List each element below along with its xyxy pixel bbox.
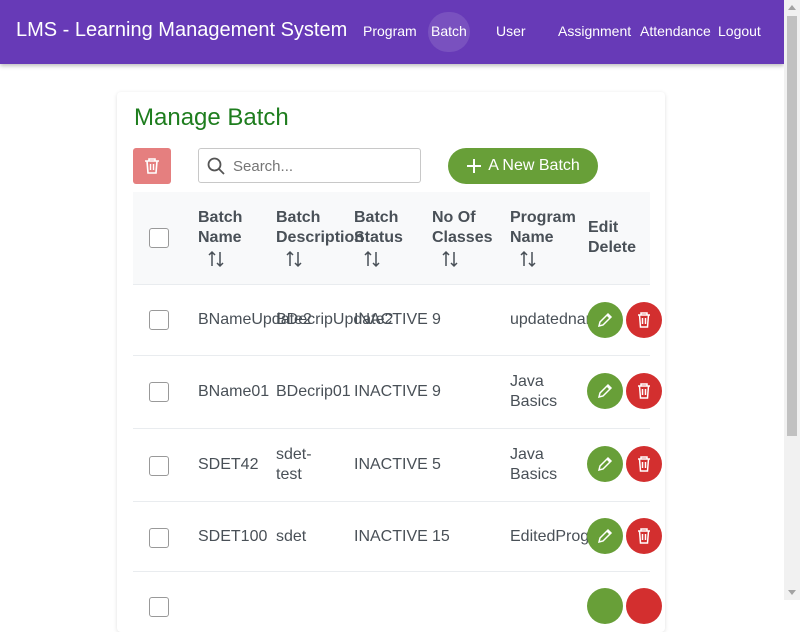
row-divider — [133, 571, 650, 572]
row-divider — [133, 355, 650, 356]
cell-batch-status: INACTIVE — [354, 456, 428, 473]
cell-program-name: Java Basics — [510, 372, 557, 412]
sort-icon[interactable] — [441, 250, 459, 268]
delete-row-button[interactable] — [626, 588, 662, 624]
trash-icon — [638, 312, 650, 328]
cell-program-line: Java — [510, 373, 544, 390]
header-label: Classes — [432, 229, 493, 246]
nav-logout[interactable]: Logout — [718, 23, 761, 39]
search-icon — [207, 157, 225, 175]
delete-selected-button[interactable] — [133, 148, 171, 184]
add-new-batch-button[interactable]: A New Batch — [448, 148, 598, 184]
cell-batch-name: SDET100 — [198, 528, 268, 545]
header-program-name[interactable]: Program Name — [510, 208, 576, 248]
header-label: Batch — [198, 209, 243, 226]
scroll-thumb[interactable] — [787, 16, 797, 436]
delete-row-button[interactable] — [626, 518, 662, 554]
cell-no-of-classes: 15 — [432, 528, 450, 545]
cell-batch-description: sdet — [276, 528, 307, 545]
cell-batch-status: INACTIVE — [354, 528, 428, 545]
pencil-icon — [597, 456, 613, 472]
header-label: Delete — [588, 239, 637, 256]
cell-batch-name: SDET42 — [198, 456, 259, 473]
pencil-icon — [597, 312, 613, 328]
edit-row-button[interactable] — [587, 446, 623, 482]
nav-batch[interactable]: Batch — [431, 23, 467, 39]
nav-attendance[interactable]: Attendance — [640, 23, 711, 39]
trash-icon — [145, 158, 159, 174]
header-batch-status[interactable]: Batch Status — [354, 208, 403, 248]
header-batch-name[interactable]: Batch Name — [198, 208, 242, 248]
header-label: Status — [354, 229, 403, 246]
header-label: Batch — [276, 209, 321, 226]
pencil-icon — [597, 528, 613, 544]
cell-no-of-classes: 9 — [432, 311, 441, 328]
cell-no-of-classes: 5 — [432, 456, 441, 473]
edit-row-button[interactable] — [587, 518, 623, 554]
header-label: Name — [510, 229, 554, 246]
pencil-icon — [597, 383, 613, 399]
header-label: Name — [198, 229, 242, 246]
header-no-of-classes[interactable]: No Of Classes — [432, 208, 493, 248]
page-scrollbar[interactable] — [784, 0, 800, 600]
select-all-checkbox[interactable] — [149, 228, 169, 248]
delete-row-button[interactable] — [626, 373, 662, 409]
trash-icon — [638, 528, 650, 544]
cell-program-line: Java — [510, 446, 544, 463]
app-title: LMS - Learning Management System — [16, 19, 348, 41]
header-label: Edit — [588, 219, 619, 236]
nav-assignment[interactable]: Assignment — [558, 23, 631, 39]
new-batch-label: A New Batch — [488, 157, 580, 174]
header-edit-delete: Edit Delete — [588, 218, 636, 258]
sort-icon[interactable] — [363, 250, 381, 268]
cell-batch-description: sdet- test — [276, 445, 312, 485]
cell-program-name: updatedname — [510, 311, 588, 328]
cell-no-of-classes: 9 — [432, 383, 441, 400]
cell-description-line: test — [276, 466, 302, 483]
search-input[interactable] — [231, 155, 415, 177]
trash-icon — [638, 383, 650, 399]
cell-batch-name: BName01 — [198, 383, 270, 400]
cell-program-name: Java Basics — [510, 445, 557, 485]
cell-program-name: EditedProgram — [510, 528, 588, 545]
scroll-down-arrow-icon[interactable] — [788, 590, 796, 595]
cell-batch-description: BDecrip01 — [276, 383, 351, 400]
edit-row-button[interactable] — [587, 588, 623, 624]
cell-batch-status: INACTIVE — [354, 311, 428, 328]
header-label: Description — [276, 229, 365, 246]
row-checkbox[interactable] — [149, 528, 169, 548]
trash-icon — [638, 456, 650, 472]
cell-program-line: Basics — [510, 466, 558, 483]
header-batch-description[interactable]: Batch Description — [276, 208, 364, 248]
plus-icon — [467, 159, 482, 173]
page-title: Manage Batch — [134, 104, 289, 131]
sort-icon[interactable] — [207, 250, 225, 268]
cell-program-line: Basics — [510, 393, 558, 410]
edit-row-button[interactable] — [587, 373, 623, 409]
header-label: No Of — [432, 209, 476, 226]
cell-description-line: sdet- — [276, 446, 312, 463]
nav-user[interactable]: User — [496, 23, 526, 39]
header-label: Batch — [354, 209, 399, 226]
row-divider — [133, 428, 650, 429]
header-label: Program — [510, 209, 576, 226]
cell-batch-status: INACTIVE — [354, 383, 428, 400]
search-field[interactable] — [198, 148, 421, 183]
nav-program[interactable]: Program — [363, 23, 417, 39]
row-checkbox[interactable] — [149, 456, 169, 476]
sort-icon[interactable] — [519, 250, 537, 268]
sort-icon[interactable] — [285, 250, 303, 268]
row-checkbox[interactable] — [149, 310, 169, 330]
scroll-up-arrow-icon[interactable] — [788, 5, 796, 10]
row-checkbox[interactable] — [149, 382, 169, 402]
edit-row-button[interactable] — [587, 302, 623, 338]
top-navbar: LMS - Learning Management System Program… — [0, 0, 784, 64]
delete-row-button[interactable] — [626, 446, 662, 482]
row-divider — [133, 501, 650, 502]
delete-row-button[interactable] — [626, 302, 662, 338]
row-checkbox[interactable] — [149, 597, 169, 617]
